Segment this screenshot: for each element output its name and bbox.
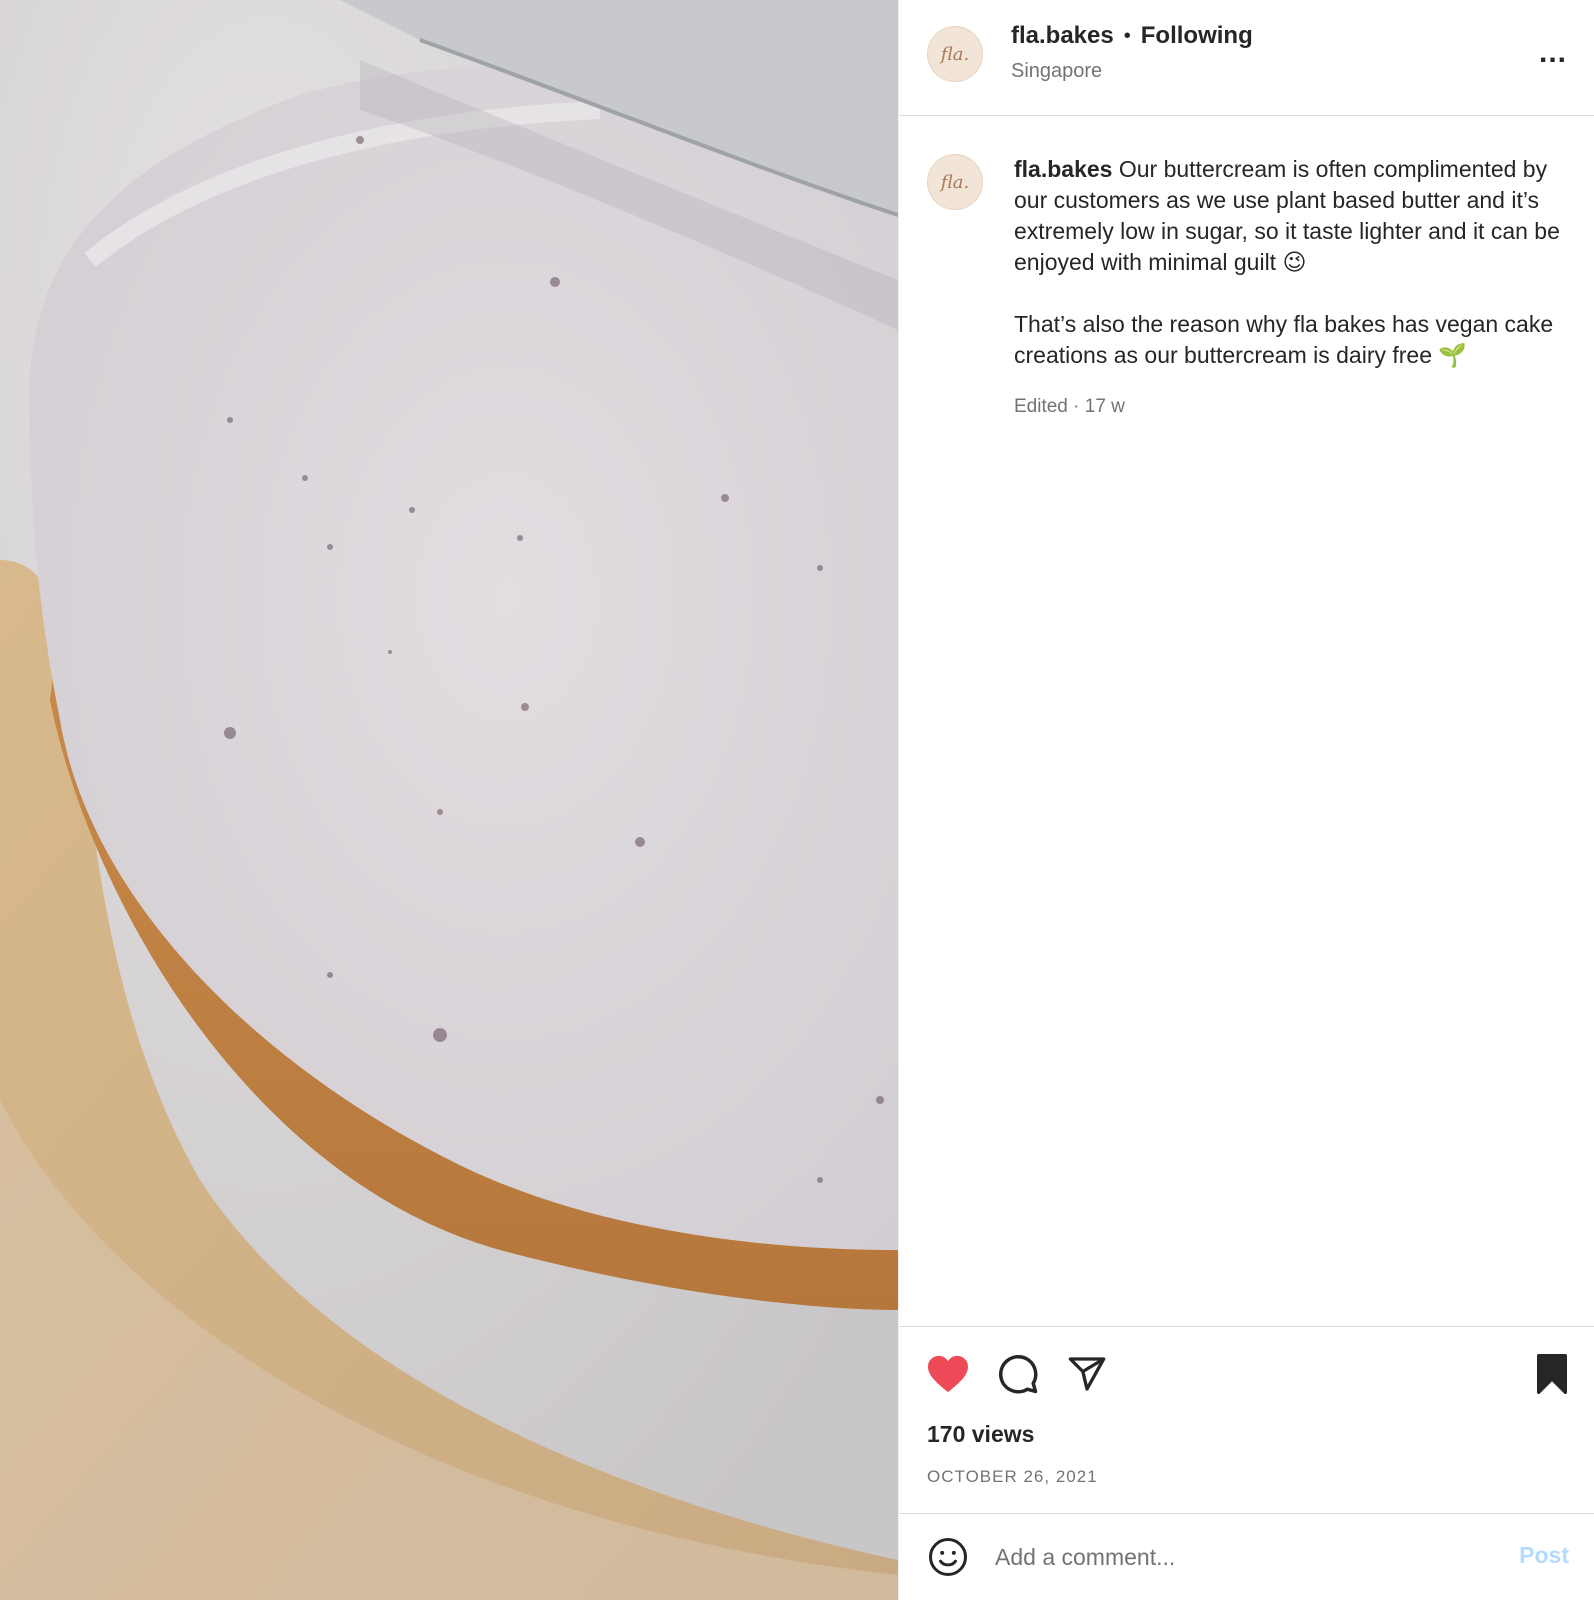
author-avatar[interactable]: fla. xyxy=(927,26,983,82)
caption-text-2: That’s also the reason why fla bakes has… xyxy=(1014,311,1554,368)
caption-section: fla. fla.bakes Our buttercream is often … xyxy=(899,116,1594,1326)
post-image xyxy=(0,0,898,1600)
post-header: fla. fla.bakes • Following Singapore ... xyxy=(899,0,1594,116)
post-caption: fla.bakes Our buttercream is often compl… xyxy=(1014,154,1574,371)
post-sidebar: fla. fla.bakes • Following Singapore ...… xyxy=(898,0,1594,1600)
view-count[interactable]: 170 views xyxy=(927,1421,1034,1448)
post-location[interactable]: Singapore xyxy=(1011,60,1102,83)
bookmark-filled-icon[interactable] xyxy=(1529,1351,1575,1397)
action-bar: 170 views OCTOBER 26, 2021 xyxy=(899,1326,1594,1514)
author-line: fla.bakes • Following xyxy=(1011,22,1253,50)
caption-paragraph: fla.bakes Our buttercream is often compl… xyxy=(1014,154,1574,278)
comment-input[interactable] xyxy=(995,1538,1475,1576)
separator-dot: • xyxy=(1123,24,1131,47)
avatar-logo-text: fla. xyxy=(940,43,970,65)
post-comment-button[interactable]: Post xyxy=(1519,1542,1569,1569)
heart-filled-icon[interactable] xyxy=(925,1351,971,1397)
edited-timestamp[interactable]: Edited · 17 w xyxy=(1014,396,1125,418)
share-icon[interactable] xyxy=(1064,1351,1110,1397)
emoji-icon[interactable] xyxy=(925,1534,971,1580)
post-date: OCTOBER 26, 2021 xyxy=(927,1467,1098,1486)
post-media[interactable] xyxy=(0,0,898,1600)
following-button[interactable]: Following xyxy=(1141,22,1253,50)
author-username[interactable]: fla.bakes xyxy=(1011,22,1114,50)
comment-icon[interactable] xyxy=(995,1351,1041,1397)
more-options-icon[interactable]: ... xyxy=(1539,38,1567,68)
caption-username[interactable]: fla.bakes xyxy=(1014,156,1112,182)
comment-composer: Post xyxy=(899,1514,1594,1600)
caption-author-avatar[interactable]: fla. xyxy=(927,154,983,210)
avatar-logo-text: fla. xyxy=(940,171,970,193)
